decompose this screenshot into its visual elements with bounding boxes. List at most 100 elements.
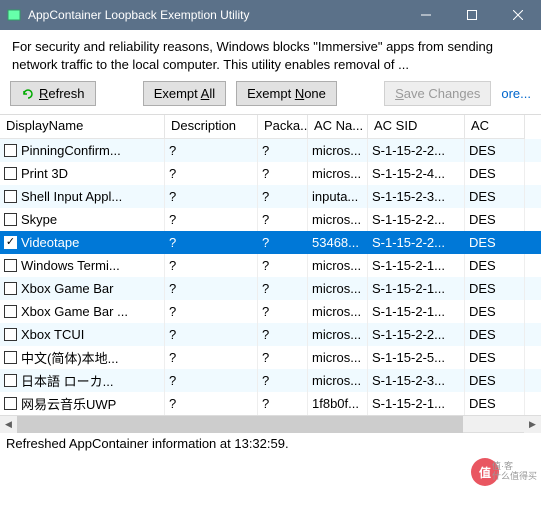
cell-c5: DES <box>465 162 525 185</box>
cell-c5: DES <box>465 369 525 392</box>
row-checkbox[interactable] <box>4 397 17 410</box>
cell-c3: micros... <box>308 300 368 323</box>
cell-c4: S-1-15-2-5... <box>368 346 465 369</box>
row-checkbox[interactable] <box>4 190 17 203</box>
watermark: 值 值·客什么值得买 <box>463 456 537 488</box>
table-row[interactable]: 网易云音乐UWP??1f8b0f...S-1-15-2-1...DES <box>0 392 541 415</box>
cell-c5: DES <box>465 300 525 323</box>
cell-displayname: 网易云音乐UWP <box>21 394 116 413</box>
cell-c5: DES <box>465 346 525 369</box>
table-row[interactable]: Xbox TCUI??micros...S-1-15-2-2...DES <box>0 323 541 346</box>
window-title: AppContainer Loopback Exemption Utility <box>28 8 403 22</box>
cell-c3: micros... <box>308 369 368 392</box>
cell-c2: ? <box>258 346 308 369</box>
cell-c1: ? <box>165 254 258 277</box>
titlebar: AppContainer Loopback Exemption Utility <box>0 0 541 30</box>
scroll-thumb[interactable] <box>17 416 463 433</box>
cell-c1: ? <box>165 346 258 369</box>
table-row[interactable]: PinningConfirm...??micros...S-1-15-2-2..… <box>0 139 541 162</box>
cell-displayname: Xbox TCUI <box>21 327 84 342</box>
cell-displayname: Xbox Game Bar ... <box>21 304 128 319</box>
cell-c4: S-1-15-2-2... <box>368 323 465 346</box>
cell-c1: ? <box>165 277 258 300</box>
cell-c3: micros... <box>308 162 368 185</box>
cell-c3: micros... <box>308 277 368 300</box>
column-ac[interactable]: AC <box>465 115 525 139</box>
row-checkbox[interactable] <box>4 167 17 180</box>
maximize-button[interactable] <box>449 0 495 30</box>
scroll-right-button[interactable]: ▶ <box>524 416 541 433</box>
exempt-none-button[interactable]: Exempt None <box>236 81 337 106</box>
cell-c2: ? <box>258 254 308 277</box>
cell-displayname: 中文(简体)本地... <box>21 348 119 367</box>
cell-c2: ? <box>258 139 308 162</box>
table-row[interactable]: Videotape??53468...S-1-15-2-2...DES <box>0 231 541 254</box>
grid-body: PinningConfirm...??micros...S-1-15-2-2..… <box>0 139 541 415</box>
app-icon <box>6 7 22 23</box>
column-displayname[interactable]: DisplayName <box>0 115 165 139</box>
cell-c5: DES <box>465 323 525 346</box>
cell-displayname: PinningConfirm... <box>21 143 121 158</box>
status-bar: Refreshed AppContainer information at 13… <box>0 432 541 454</box>
cell-c2: ? <box>258 208 308 231</box>
cell-c4: S-1-15-2-1... <box>368 254 465 277</box>
row-checkbox[interactable] <box>4 144 17 157</box>
cell-c4: S-1-15-2-2... <box>368 231 465 254</box>
column-description[interactable]: Description <box>165 115 258 139</box>
cell-c2: ? <box>258 323 308 346</box>
cell-c5: DES <box>465 254 525 277</box>
cell-c1: ? <box>165 208 258 231</box>
row-checkbox[interactable] <box>4 213 17 226</box>
app-grid: DisplayName Description Packa... AC Na..… <box>0 114 541 415</box>
row-checkbox[interactable] <box>4 282 17 295</box>
cell-c5: DES <box>465 185 525 208</box>
minimize-button[interactable] <box>403 0 449 30</box>
cell-c4: S-1-15-2-3... <box>368 185 465 208</box>
table-row[interactable]: Xbox Game Bar??micros...S-1-15-2-1...DES <box>0 277 541 300</box>
refresh-icon <box>21 87 35 101</box>
more-link[interactable]: ore... <box>501 86 531 101</box>
cell-displayname: Videotape <box>21 235 79 250</box>
cell-displayname: Xbox Game Bar <box>21 281 114 296</box>
row-checkbox[interactable] <box>4 236 17 249</box>
cell-c3: micros... <box>308 254 368 277</box>
cell-c1: ? <box>165 300 258 323</box>
row-checkbox[interactable] <box>4 259 17 272</box>
cell-c1: ? <box>165 323 258 346</box>
cell-c4: S-1-15-2-1... <box>368 392 465 415</box>
cell-c2: ? <box>258 277 308 300</box>
column-acsid[interactable]: AC SID <box>368 115 465 139</box>
cell-c2: ? <box>258 162 308 185</box>
cell-c2: ? <box>258 185 308 208</box>
cell-c1: ? <box>165 369 258 392</box>
toolbar: Refresh Exempt All Exempt None Save Chan… <box>0 77 541 114</box>
table-row[interactable]: Xbox Game Bar ...??micros...S-1-15-2-1..… <box>0 300 541 323</box>
cell-c4: S-1-15-2-2... <box>368 139 465 162</box>
row-checkbox[interactable] <box>4 351 17 364</box>
table-row[interactable]: Print 3D??micros...S-1-15-2-4...DES <box>0 162 541 185</box>
cell-displayname: Shell Input Appl... <box>21 189 122 204</box>
cell-c4: S-1-15-2-3... <box>368 369 465 392</box>
close-button[interactable] <box>495 0 541 30</box>
row-checkbox[interactable] <box>4 328 17 341</box>
table-row[interactable]: Shell Input Appl...??inputa...S-1-15-2-3… <box>0 185 541 208</box>
cell-c1: ? <box>165 185 258 208</box>
column-package[interactable]: Packa... <box>258 115 308 139</box>
table-row[interactable]: Windows Termi...??micros...S-1-15-2-1...… <box>0 254 541 277</box>
table-row[interactable]: 中文(简体)本地...??micros...S-1-15-2-5...DES <box>0 346 541 369</box>
table-row[interactable]: 日本語 ローカ...??micros...S-1-15-2-3...DES <box>0 369 541 392</box>
column-acname[interactable]: AC Na... <box>308 115 368 139</box>
horizontal-scrollbar[interactable]: ◀ ▶ <box>0 415 541 432</box>
cell-c2: ? <box>258 300 308 323</box>
table-row[interactable]: Skype??micros...S-1-15-2-2...DES <box>0 208 541 231</box>
save-changes-button: Save Changes <box>384 81 491 106</box>
row-checkbox[interactable] <box>4 374 17 387</box>
cell-displayname: Skype <box>21 212 57 227</box>
scroll-left-button[interactable]: ◀ <box>0 416 17 433</box>
cell-displayname: Print 3D <box>21 166 68 181</box>
cell-c2: ? <box>258 231 308 254</box>
row-checkbox[interactable] <box>4 305 17 318</box>
exempt-all-button[interactable]: Exempt All <box>143 81 226 106</box>
cell-c5: DES <box>465 277 525 300</box>
refresh-button[interactable]: Refresh <box>10 81 96 106</box>
